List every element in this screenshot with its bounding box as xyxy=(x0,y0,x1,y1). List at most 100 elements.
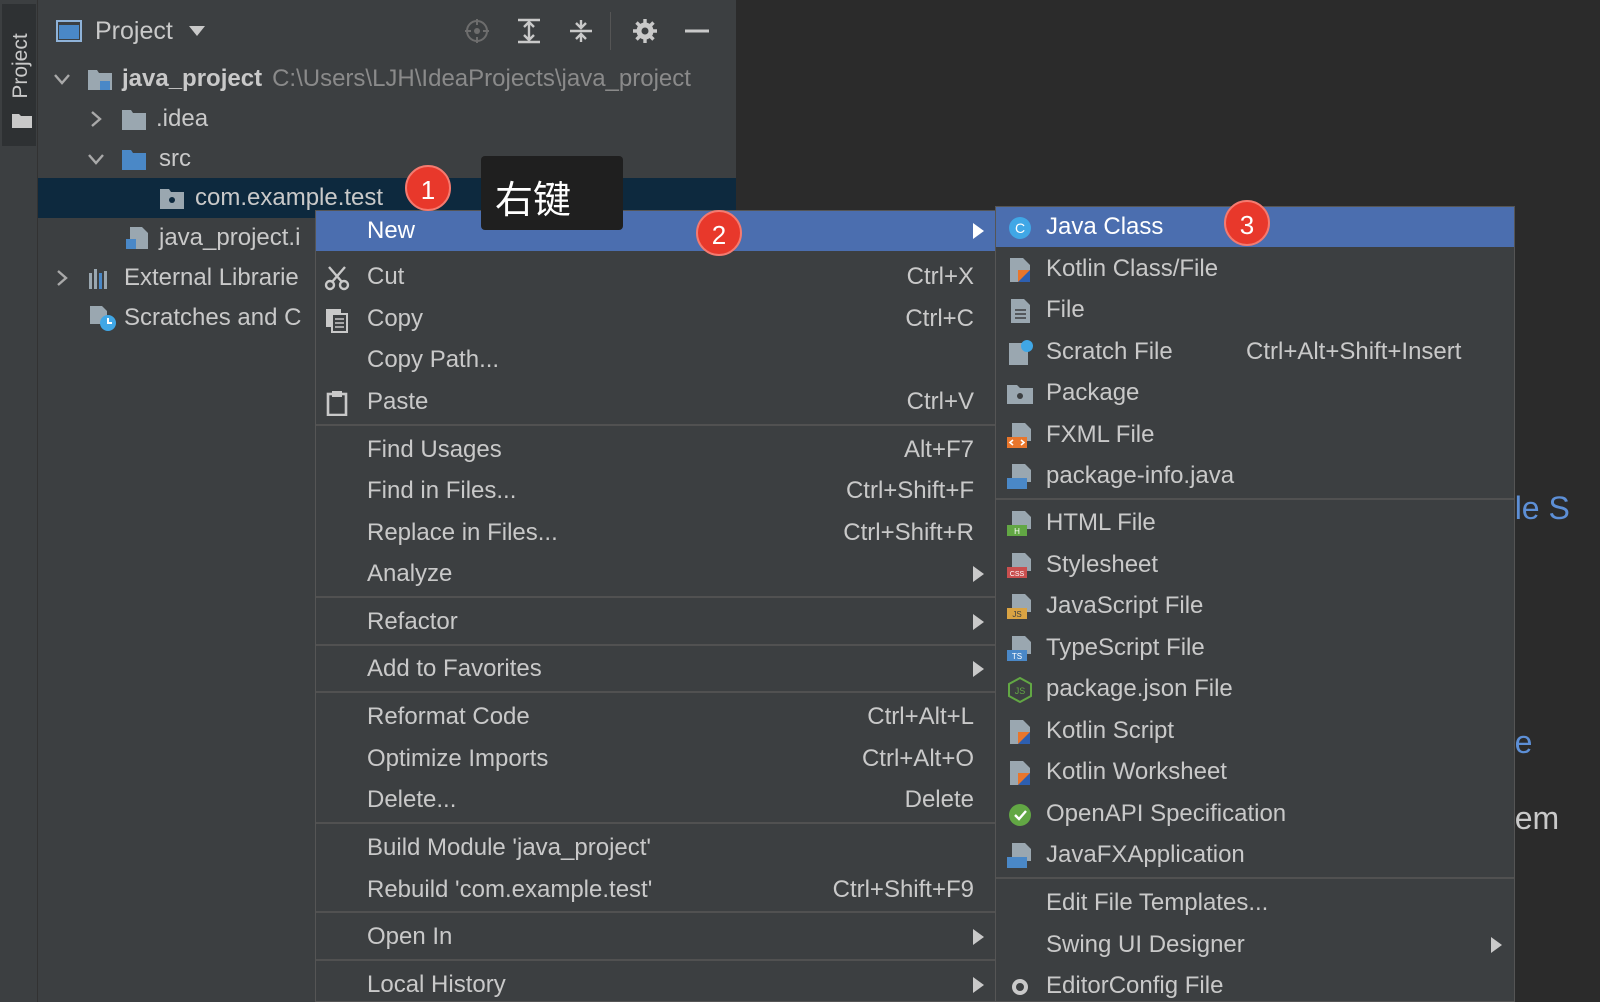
context-menu: New Cut Ctrl+X Copy Ctrl+C Copy Path... … xyxy=(315,210,997,1002)
menu-item-label: Analyze xyxy=(367,560,453,587)
menu-item-label: Find Usages xyxy=(367,436,502,463)
tree-item-java-project[interactable]: java_project C:\Users\LJH\IdeaProjects\ja… xyxy=(38,59,736,99)
gear-icon xyxy=(1012,979,1028,995)
header-divider xyxy=(610,12,611,50)
menu-item-label: Local History xyxy=(367,971,506,998)
panel-title[interactable]: Project xyxy=(95,17,173,46)
submenu-item-file[interactable]: File xyxy=(996,290,1514,330)
submenu-item-stylesheet[interactable]: CSS Stylesheet xyxy=(996,545,1514,585)
menu-separator xyxy=(316,424,996,426)
submenu-arrow-icon xyxy=(973,223,984,239)
menu-item-replace-in-files[interactable]: Replace in Files... Ctrl+Shift+R xyxy=(316,513,996,553)
chevron-down-icon[interactable] xyxy=(86,149,106,169)
submenu-item-openapi[interactable]: OpenAPI Specification xyxy=(996,794,1514,834)
svg-text:CSS: CSS xyxy=(1010,571,1025,578)
shortcut-text: Ctrl+Alt+L xyxy=(867,703,974,730)
minimize-icon[interactable] xyxy=(684,18,710,44)
menu-item-cut[interactable]: Cut Ctrl+X xyxy=(316,257,996,297)
tree-item-src[interactable]: src xyxy=(38,139,736,179)
shortcut-text: Alt+F7 xyxy=(903,436,974,463)
submenu-item-package[interactable]: Package xyxy=(996,373,1514,413)
expand-all-icon[interactable] xyxy=(516,18,542,44)
submenu-item-kotlin-worksheet[interactable]: Kotlin Worksheet xyxy=(996,752,1514,792)
submenu-item-swing-designer[interactable]: Swing UI Designer xyxy=(996,925,1514,965)
shortcut-text: Delete xyxy=(904,786,974,813)
submenu-item-scratch-file[interactable]: Scratch File Ctrl+Alt+Shift+Insert xyxy=(996,332,1514,372)
menu-item-open-in[interactable]: Open In xyxy=(316,917,996,957)
file-icon xyxy=(1011,299,1030,323)
submenu-item-label: Kotlin Script xyxy=(1046,717,1175,744)
collapse-all-icon[interactable] xyxy=(568,18,594,44)
chevron-down-icon[interactable] xyxy=(188,24,206,38)
fxml-file-icon xyxy=(1007,423,1031,448)
tree-label: External Librarie xyxy=(124,264,299,291)
copy-icon xyxy=(326,309,348,333)
submenu-item-label: File xyxy=(1046,296,1085,323)
menu-item-new[interactable]: New xyxy=(316,211,996,251)
submenu-item-html-file[interactable]: H HTML File xyxy=(996,503,1514,543)
menu-item-label: Paste xyxy=(367,388,429,415)
locate-icon[interactable] xyxy=(464,18,490,44)
module-folder-icon xyxy=(88,70,112,90)
menu-item-rebuild[interactable]: Rebuild 'com.example.test' Ctrl+Shift+F9 xyxy=(316,870,996,910)
menu-item-label: Cut xyxy=(367,263,405,290)
tree-item-idea[interactable]: .idea xyxy=(38,99,736,139)
tree-label: java_project.i xyxy=(159,224,301,251)
submenu-item-label: Swing UI Designer xyxy=(1046,931,1245,958)
submenu-item-javafx[interactable]: JavaFXApplication xyxy=(996,835,1514,875)
submenu-item-label: TypeScript File xyxy=(1046,634,1205,661)
menu-item-reformat-code[interactable]: Reformat Code Ctrl+Alt+L xyxy=(316,697,996,737)
new-submenu: C Java Class Kotlin Class/File File Scra… xyxy=(995,206,1515,1002)
menu-item-label: New xyxy=(367,217,416,244)
submenu-arrow-icon xyxy=(973,661,984,677)
menu-item-paste[interactable]: Paste Ctrl+V xyxy=(316,382,996,422)
submenu-item-kotlin-script[interactable]: Kotlin Script xyxy=(996,711,1514,751)
menu-item-find-in-files[interactable]: Find in Files... Ctrl+Shift+F xyxy=(316,471,996,511)
menu-item-delete[interactable]: Delete... Delete xyxy=(316,780,996,820)
submenu-item-edit-templates[interactable]: Edit File Templates... xyxy=(996,883,1514,923)
submenu-item-editorconfig[interactable]: EditorConfig File xyxy=(996,966,1514,1001)
source-folder-icon xyxy=(122,150,146,170)
submenu-item-package-json[interactable]: JS package.json File xyxy=(996,669,1514,709)
submenu-item-javascript-file[interactable]: JS JavaScript File xyxy=(996,586,1514,626)
menu-item-label: Find in Files... xyxy=(367,477,517,504)
menu-item-build-module[interactable]: Build Module 'java_project' xyxy=(316,828,996,868)
submenu-item-fxml-file[interactable]: FXML File xyxy=(996,415,1514,455)
menu-item-add-to-favorites[interactable]: Add to Favorites xyxy=(316,649,996,689)
chevron-right-icon[interactable] xyxy=(52,268,72,288)
menu-item-local-history[interactable]: Local History xyxy=(316,965,996,1001)
menu-item-label: Refactor xyxy=(367,608,458,635)
step-badge-3: 3 xyxy=(1224,200,1270,246)
tree-label: com.example.test xyxy=(195,184,384,211)
submenu-item-package-info[interactable]: package-info.java xyxy=(996,456,1514,496)
tree-label: Scratches and C xyxy=(124,304,302,331)
chevron-right-icon[interactable] xyxy=(86,109,106,129)
shortcut-text: Ctrl+Shift+F xyxy=(845,477,974,504)
menu-item-refactor[interactable]: Refactor xyxy=(316,602,996,642)
project-path: C:\Users\LJH\IdeaProjects\java_project xyxy=(272,65,691,92)
panel-header: Project xyxy=(38,0,736,60)
project-tool-tab[interactable]: Project xyxy=(2,4,36,146)
menu-item-find-usages[interactable]: Find Usages Alt+F7 xyxy=(316,430,996,470)
submenu-item-typescript-file[interactable]: TS TypeScript File xyxy=(996,628,1514,668)
chevron-down-icon[interactable] xyxy=(52,69,72,89)
gear-icon[interactable] xyxy=(632,18,658,44)
menu-item-label: Delete... xyxy=(367,786,457,813)
folder-icon xyxy=(122,110,146,130)
menu-item-copy[interactable]: Copy Ctrl+C xyxy=(316,299,996,339)
submenu-item-label: HTML File xyxy=(1046,509,1156,536)
submenu-item-label: package-info.java xyxy=(1046,462,1235,489)
project-view-icon xyxy=(56,20,82,42)
menu-item-copy-path[interactable]: Copy Path... xyxy=(316,340,996,380)
package-json-icon: JS xyxy=(1008,676,1032,704)
tree-label: src xyxy=(159,145,191,172)
libraries-icon xyxy=(89,269,107,289)
submenu-item-label: FXML File xyxy=(1046,421,1155,448)
menu-item-analyze[interactable]: Analyze xyxy=(316,554,996,594)
submenu-item-kotlin-class[interactable]: Kotlin Class/File xyxy=(996,249,1514,289)
menu-item-optimize-imports[interactable]: Optimize Imports Ctrl+Alt+O xyxy=(316,739,996,779)
shortcut-text: Ctrl+X xyxy=(906,263,974,290)
clipboard-icon xyxy=(326,391,348,416)
step-badge-1: 1 xyxy=(405,165,451,211)
submenu-item-label: package.json File xyxy=(1046,675,1233,702)
